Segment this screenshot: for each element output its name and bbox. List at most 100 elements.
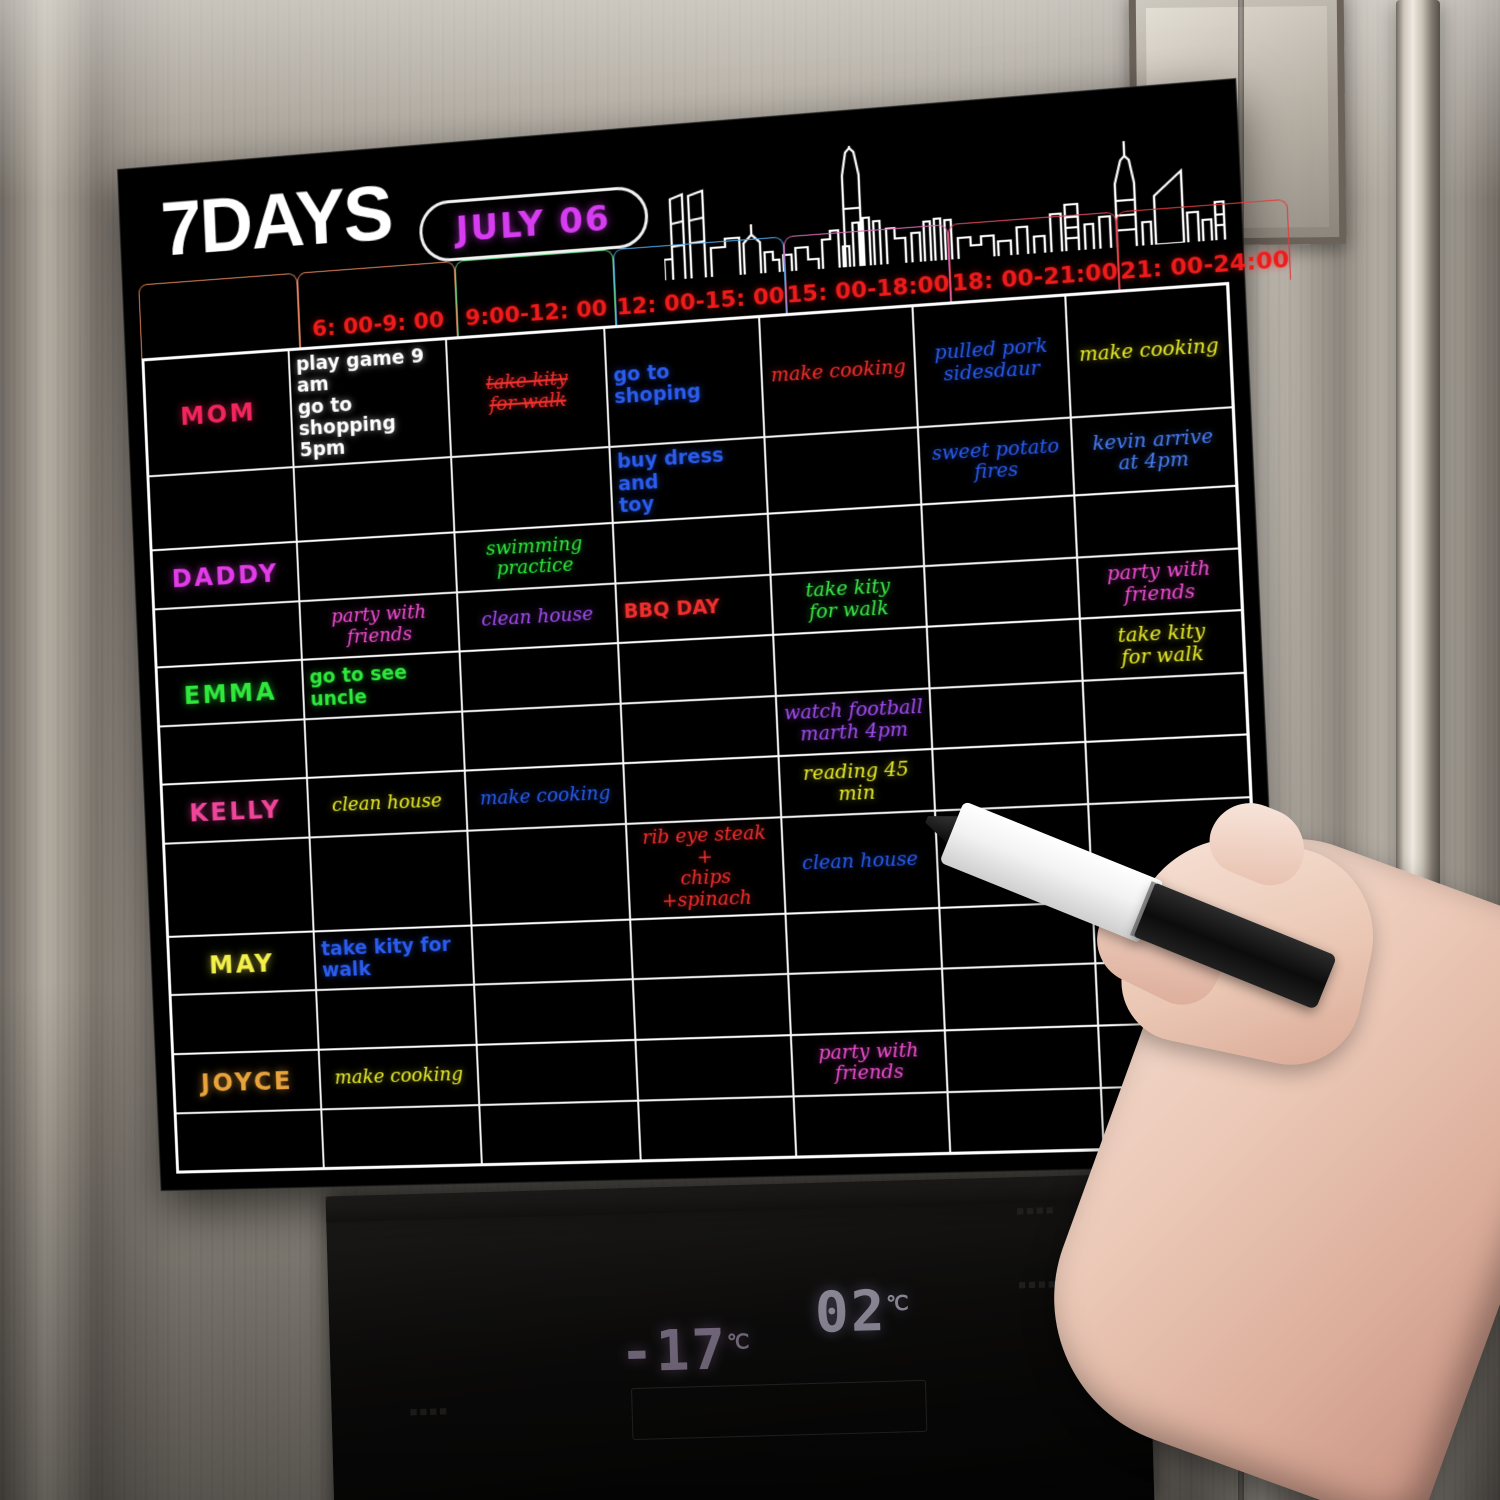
planner-cell[interactable]: sweet potato fires bbox=[916, 419, 1074, 504]
planner-cell[interactable] bbox=[629, 914, 788, 979]
planner-cell[interactable] bbox=[763, 428, 921, 513]
page-title: 7DAYS bbox=[159, 169, 394, 273]
planner-cell[interactable] bbox=[920, 496, 1076, 565]
planner-cell[interactable] bbox=[928, 681, 1085, 749]
planner-cell[interactable]: swimming practice bbox=[453, 524, 615, 592]
planner-cell[interactable]: party with friends bbox=[298, 593, 459, 660]
planner-cell[interactable] bbox=[634, 1036, 793, 1100]
planner-cell[interactable] bbox=[622, 757, 781, 823]
planner-cell[interactable] bbox=[1091, 896, 1257, 963]
person-name-cell-empty[interactable] bbox=[177, 1110, 323, 1171]
planner-cell[interactable]: go to shoping bbox=[603, 318, 764, 447]
planner-cell[interactable]: take kity for walk bbox=[445, 329, 609, 457]
time-header-0[interactable]: 6: 00-9: 00 bbox=[296, 260, 458, 350]
planner-cell[interactable]: take kity for walk bbox=[1078, 611, 1244, 680]
planner-cell[interactable] bbox=[461, 704, 623, 771]
planner-cell[interactable]: pulled pork sidesdaur bbox=[911, 296, 1070, 427]
planner-cell[interactable]: make cooking bbox=[758, 307, 917, 437]
planner-cell[interactable]: play game 9 am go to shopping 5pm bbox=[287, 340, 451, 467]
planner-cell[interactable] bbox=[473, 980, 635, 1044]
planner-cell[interactable] bbox=[470, 920, 632, 985]
planner-cell[interactable] bbox=[619, 696, 778, 763]
planner-cell[interactable] bbox=[1087, 798, 1254, 901]
planner-cell[interactable]: party with friends bbox=[789, 1031, 947, 1095]
planner-cell[interactable]: take kity for walk bbox=[312, 926, 474, 990]
planner-note: make cooking bbox=[479, 782, 611, 811]
planner-grid[interactable]: MOM play game 9 am go to shopping 5pm take… bbox=[141, 281, 1269, 1174]
person-name-cell-empty[interactable] bbox=[160, 720, 306, 784]
person-name-label: MOM bbox=[179, 396, 257, 431]
planner-cell[interactable]: make cooking bbox=[463, 764, 625, 830]
planner-cell[interactable]: reading 45 min bbox=[777, 750, 934, 817]
planner-cell[interactable]: take kity for walk bbox=[769, 566, 926, 635]
person-name-cell-empty[interactable] bbox=[172, 992, 318, 1054]
planner-cell[interactable] bbox=[943, 1026, 1100, 1091]
planner-cell[interactable]: BBQ DAY bbox=[614, 575, 773, 643]
person-name-cell-joyce[interactable]: JOYCE bbox=[174, 1051, 320, 1112]
planner-cell[interactable]: rib eye steak + chips +spinach bbox=[624, 818, 785, 919]
planner-cell[interactable] bbox=[303, 712, 464, 778]
planner-cell[interactable] bbox=[933, 805, 1092, 907]
planner-cell[interactable] bbox=[1094, 959, 1260, 1025]
weekly-planner-board[interactable]: 7DAYS JULY 06 6: 00-9: 00 9:00-12: 00 12… bbox=[118, 79, 1292, 1191]
planner-cell[interactable] bbox=[308, 831, 471, 931]
time-header-0-label: 6: 00-9: 00 bbox=[311, 307, 445, 343]
planner-cell[interactable] bbox=[787, 970, 944, 1035]
planner-cell[interactable] bbox=[938, 903, 1095, 969]
planner-cell[interactable] bbox=[946, 1088, 1103, 1152]
planner-cell[interactable] bbox=[320, 1105, 481, 1168]
planner-cell[interactable] bbox=[617, 636, 775, 703]
planner-cell[interactable] bbox=[766, 505, 923, 574]
planner-cell[interactable] bbox=[611, 514, 770, 583]
time-header-3[interactable]: 15: 00-18:00 bbox=[782, 224, 952, 316]
planner-cell[interactable] bbox=[925, 620, 1082, 688]
time-header-5[interactable]: 21: 00-24:00 bbox=[1116, 198, 1292, 292]
time-header-4[interactable]: 18: 00-21:00 bbox=[948, 211, 1120, 304]
planner-cell[interactable]: go to see uncle bbox=[300, 652, 462, 719]
planner-cell[interactable]: watch football marth 4pm bbox=[774, 689, 932, 756]
planner-cell[interactable] bbox=[1081, 673, 1247, 742]
person-name-cell-kelly[interactable]: KELLY bbox=[163, 779, 309, 842]
planner-cell[interactable] bbox=[466, 824, 630, 925]
planner-cell[interactable]: make cooking bbox=[317, 1045, 479, 1108]
planner-cell[interactable] bbox=[931, 743, 1088, 810]
planner-cell[interactable]: party with friends bbox=[1076, 549, 1241, 618]
planner-note: make cooking bbox=[334, 1063, 464, 1089]
planner-cell[interactable] bbox=[478, 1101, 640, 1164]
planner-cell[interactable] bbox=[637, 1096, 796, 1160]
person-name-label: JOYCE bbox=[200, 1065, 294, 1098]
person-name-cell-empty[interactable] bbox=[155, 602, 301, 667]
person-name-label: KELLY bbox=[188, 794, 283, 828]
person-name-cell-daddy[interactable]: DADDY bbox=[153, 543, 299, 608]
planner-cell[interactable] bbox=[1099, 1084, 1266, 1149]
planner-cell[interactable] bbox=[792, 1092, 950, 1156]
planner-cell[interactable] bbox=[1073, 487, 1238, 557]
person-name-cell-empty[interactable] bbox=[149, 469, 295, 550]
planner-cell[interactable]: kevin arrive at 4pm bbox=[1069, 408, 1236, 495]
planner-cell[interactable] bbox=[295, 533, 456, 601]
planner-cell[interactable] bbox=[631, 975, 790, 1039]
planner-cell[interactable]: buy dress and toy bbox=[608, 438, 767, 523]
time-header-1[interactable]: 9:00-12: 00 bbox=[454, 249, 617, 339]
person-name-cell-empty[interactable] bbox=[165, 838, 312, 935]
planner-cell[interactable] bbox=[292, 458, 454, 541]
planner-cell[interactable]: clean house bbox=[306, 772, 467, 837]
planner-cell[interactable] bbox=[450, 448, 612, 532]
planner-cell[interactable] bbox=[923, 558, 1079, 627]
person-name-cell-emma[interactable]: EMMA bbox=[158, 661, 304, 725]
planner-cell[interactable]: make cooking bbox=[1064, 285, 1232, 417]
planner-cell[interactable] bbox=[772, 628, 929, 695]
planner-cell[interactable]: clean house bbox=[456, 584, 617, 651]
planner-cell[interactable] bbox=[458, 644, 620, 711]
planner-cell[interactable] bbox=[941, 964, 1098, 1030]
person-name-cell-mom[interactable]: MOM bbox=[144, 351, 292, 475]
planner-cell[interactable] bbox=[784, 908, 941, 974]
planner-cell[interactable] bbox=[475, 1040, 638, 1104]
planner-cell[interactable] bbox=[1097, 1021, 1263, 1087]
person-name-cell-may[interactable]: MAY bbox=[169, 932, 315, 994]
planner-cell[interactable]: clean house bbox=[780, 811, 939, 913]
time-header-2[interactable]: 12: 00-15: 00 bbox=[612, 236, 787, 328]
planner-cell[interactable] bbox=[315, 986, 476, 1049]
person-name-label: MAY bbox=[208, 947, 276, 980]
planner-cell[interactable] bbox=[1084, 735, 1250, 804]
